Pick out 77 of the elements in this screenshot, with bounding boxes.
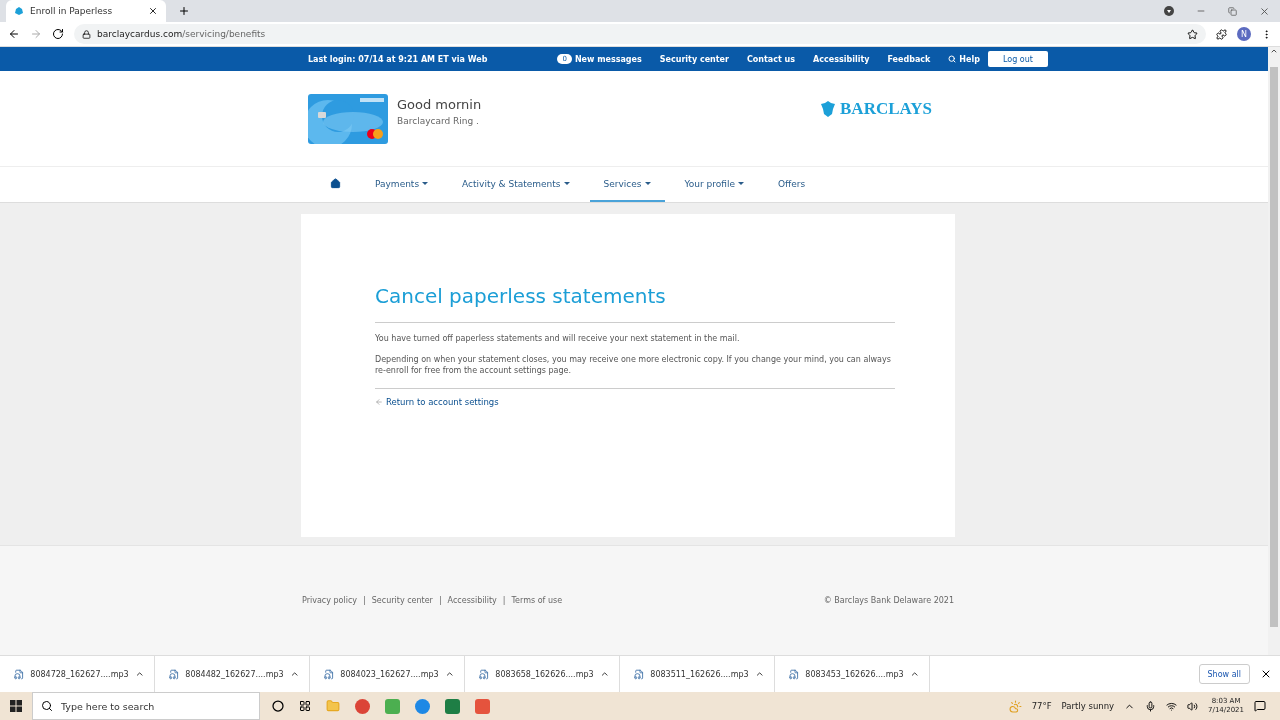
caret-icon: [422, 181, 429, 186]
top-link[interactable]: Security center: [659, 54, 729, 64]
back-icon[interactable]: [8, 28, 20, 40]
reload-icon[interactable]: [52, 28, 64, 40]
caret-icon: [738, 181, 744, 186]
separator: |: [363, 596, 366, 605]
caret-icon: [644, 181, 651, 186]
url-text: barclaycardus.com/servicing/benefits: [97, 29, 266, 39]
top-link[interactable]: Contact us: [747, 54, 796, 64]
browser-tab[interactable]: Enroll in Paperless: [6, 0, 166, 22]
address-bar[interactable]: barclaycardus.com/servicing/benefits: [74, 24, 1206, 44]
chevron-icon[interactable]: [599, 669, 609, 679]
audio-file-icon: [14, 668, 25, 680]
audio-file-icon: [634, 668, 645, 680]
separator: |: [502, 596, 506, 605]
last-login: Last login: 07/14 at 9:21 AM ET via Web: [308, 54, 488, 64]
footer-link[interactable]: Privacy policy: [302, 596, 358, 605]
profile-avatar[interactable]: N: [1237, 27, 1251, 41]
paragraph: You have turned off paperless statements and will receive your next statement in the mail.: [375, 333, 741, 344]
new-tab-icon[interactable]: [178, 5, 190, 17]
tab-title: Enroll in Paperless: [30, 6, 114, 16]
search-icon: [948, 55, 957, 63]
weather-icon: [1008, 699, 1022, 713]
extensions-icon[interactable]: [1216, 28, 1227, 40]
top-link[interactable]: Feedback: [887, 54, 931, 64]
close-icon[interactable]: [148, 6, 158, 16]
audio-file-icon: [479, 668, 490, 680]
caret-icon: [563, 181, 570, 186]
footer-link[interactable]: Accessibility: [447, 596, 497, 605]
paragraph: Depending on when your statement closes, you may receive one more electronic copy. If you change your mind, you can always re-enroll for free from the account settings page.: [375, 354, 892, 376]
audio-file-icon: [324, 668, 335, 680]
logout-button[interactable]: Log out: [987, 51, 1048, 67]
microphone-icon[interactable]: [1145, 700, 1157, 712]
return-link[interactable]: Return to account settings: [375, 397, 895, 407]
star-icon[interactable]: [1187, 28, 1198, 40]
page-title: Cancel paperless statements: [375, 284, 895, 323]
search-icon: [41, 700, 53, 712]
show-all-button[interactable]: Show all: [1198, 664, 1250, 684]
audio-file-icon: [789, 668, 800, 680]
cortana-icon[interactable]: [272, 700, 284, 712]
nav-item[interactable]: Payments: [361, 167, 443, 202]
wifi-icon[interactable]: [1166, 700, 1178, 712]
arrow-icon: [375, 398, 383, 406]
chevron-icon[interactable]: [444, 669, 454, 679]
footer-link[interactable]: Terms of use: [511, 596, 563, 605]
weather-text: Partly sunny: [1061, 701, 1115, 711]
app-icon[interactable]: [415, 698, 430, 714]
card-name: Barclaycard Ring .: [397, 116, 480, 126]
app-icon[interactable]: [475, 698, 490, 714]
taskbar-search-field[interactable]: Type here to search: [32, 692, 260, 720]
chevron-icon[interactable]: [909, 669, 919, 679]
chevron-icon[interactable]: [134, 669, 144, 679]
browser-icon[interactable]: [355, 698, 370, 714]
windows-icon[interactable]: [10, 700, 22, 712]
audio-file-icon: [169, 668, 180, 680]
greeting: Good mornin: [397, 97, 482, 112]
volume-icon[interactable]: [1187, 700, 1199, 712]
footer-link[interactable]: Security center: [371, 596, 433, 605]
barclays-logo: BARCLAYS: [840, 98, 932, 119]
chevron-icon[interactable]: [754, 669, 764, 679]
dropdown-icon[interactable]: [1164, 6, 1174, 16]
nav-item[interactable]: Offers: [764, 167, 820, 202]
spreadsheet-icon[interactable]: [445, 698, 460, 714]
scrollbar-thumb[interactable]: [1270, 67, 1278, 627]
top-link[interactable]: Accessibility: [813, 54, 870, 64]
task-view-icon[interactable]: [299, 700, 311, 712]
close-icon[interactable]: [1260, 668, 1272, 680]
nav-item[interactable]: Your profile: [670, 167, 758, 202]
nav-item[interactable]: Activity & Statements: [448, 167, 584, 202]
copyright: © Barclays Bank Delaware 2021: [823, 596, 954, 605]
chevron-icon[interactable]: [289, 669, 299, 679]
temperature: 77°F: [1031, 701, 1052, 711]
separator: |: [438, 596, 442, 605]
notifications-icon[interactable]: [1254, 700, 1266, 712]
scroll-up-icon[interactable]: [1270, 47, 1278, 55]
lock-icon: [82, 29, 91, 39]
help-link[interactable]: Help: [948, 54, 980, 64]
